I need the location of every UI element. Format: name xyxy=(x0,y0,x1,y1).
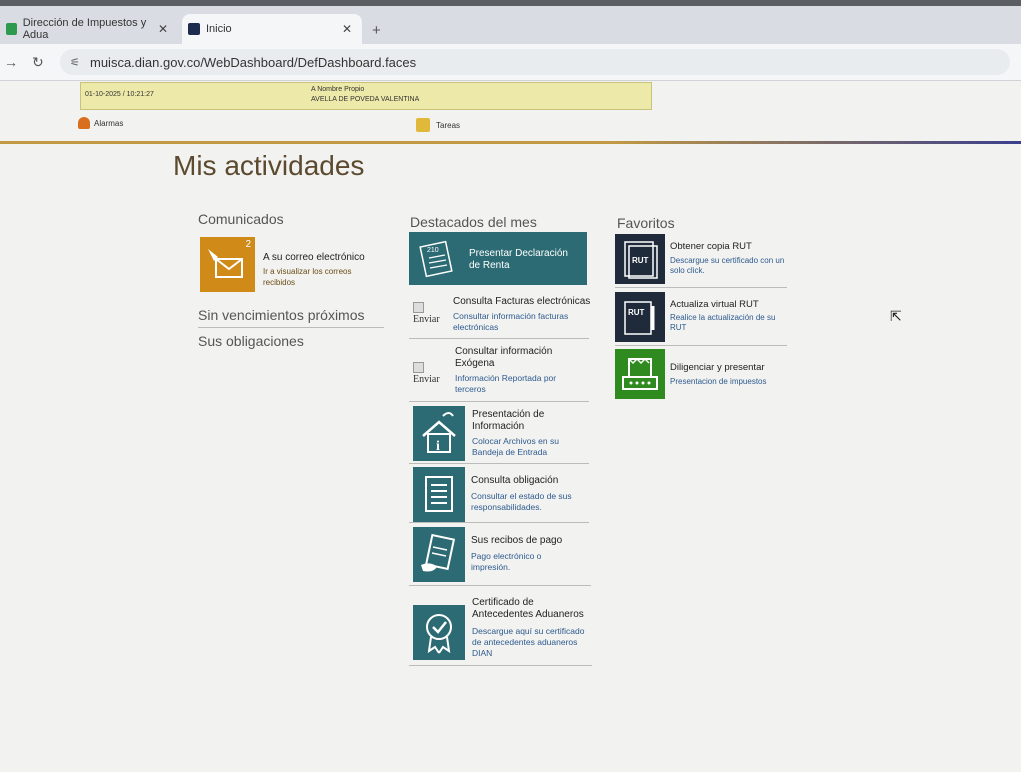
tab-inicio[interactable]: Inicio ✕ xyxy=(182,14,362,44)
url-text: muisca.dian.gov.co/WebDashboard/DefDashb… xyxy=(90,54,417,70)
divider xyxy=(198,327,384,328)
recibos-sub[interactable]: Pago electrónico o impresión. xyxy=(471,551,561,573)
facturas-title[interactable]: Consulta Facturas electrónicas xyxy=(453,296,593,308)
new-tab-icon[interactable]: + xyxy=(372,22,381,39)
owner-info: A Nombre Propio AVELLA DE POVEDA VALENTI… xyxy=(311,85,419,105)
dian-favicon-icon xyxy=(6,23,17,35)
certificate-icon[interactable] xyxy=(413,605,465,660)
receipt-icon[interactable] xyxy=(413,527,465,582)
divider xyxy=(409,665,592,666)
diligenciar-sub[interactable]: Presentacion de impuestos xyxy=(670,377,790,387)
owner-name: AVELLA DE POVEDA VALENTINA xyxy=(311,96,420,103)
svg-text:210: 210 xyxy=(427,247,439,254)
presentar-renta-tile[interactable]: 210 Presentar Declaración de Renta xyxy=(409,232,587,285)
tareas-label: Tareas xyxy=(436,120,461,130)
rut-icon-text: RUT xyxy=(632,256,649,265)
rut-update-sub[interactable]: Realice la actualización de su RUT xyxy=(670,313,788,333)
tab-dian[interactable]: Dirección de Impuestos y Adua ✕ xyxy=(0,14,178,44)
mouse-cursor-icon: ⇱ xyxy=(890,308,902,324)
alarmas-link[interactable]: Alarmas xyxy=(78,117,123,129)
divider xyxy=(409,338,589,339)
broken-image-icon xyxy=(413,362,424,373)
close-tab-icon[interactable]: ✕ xyxy=(342,22,352,36)
vencimientos-heading: Sin vencimientos próximos xyxy=(198,307,365,323)
rut-copy-title[interactable]: Obtener copia RUT xyxy=(670,241,752,253)
bell-icon xyxy=(78,117,90,129)
obligacion-title[interactable]: Consulta obligación xyxy=(471,475,586,487)
datetime: 01-10-2025 / 10:21:27 xyxy=(85,91,154,98)
tab-label: Dirección de Impuestos y Adua xyxy=(22,17,147,41)
diligenciar-title[interactable]: Diligenciar y presentar xyxy=(670,362,765,374)
exogena-title[interactable]: Consultar información Exógena xyxy=(455,346,570,370)
rut-icon-text: RUT xyxy=(628,308,645,317)
enviar-alt[interactable]: Enviar xyxy=(413,374,440,385)
divider xyxy=(409,522,589,523)
divider xyxy=(615,345,787,346)
tareas-link[interactable]: Tareas xyxy=(416,118,460,132)
comunicados-heading: Comunicados xyxy=(198,211,284,227)
broken-image-icon xyxy=(413,302,424,313)
recibos-title[interactable]: Sus recibos de pago xyxy=(471,535,586,547)
inicio-favicon-icon xyxy=(188,23,200,35)
site-settings-icon[interactable]: ⚟ xyxy=(70,56,80,69)
alarmas-label: Alarmas xyxy=(94,118,124,128)
presentacion-title[interactable]: Presentación de Información xyxy=(472,409,582,433)
obligaciones-link[interactable]: Sus obligaciones xyxy=(198,333,304,349)
presentacion-sub[interactable]: Colocar Archivos en su Bandeja de Entrad… xyxy=(472,436,582,458)
facturas-sub[interactable]: Consultar información facturas electróni… xyxy=(453,311,573,333)
rut-update-title[interactable]: Actualiza virtual RUT xyxy=(670,299,759,311)
divider xyxy=(409,401,589,402)
rut-update-icon[interactable]: RUT xyxy=(615,292,665,342)
mail-count-badge: 2 xyxy=(245,239,251,250)
url-field[interactable]: ⚟ muisca.dian.gov.co/WebDashboard/DefDas… xyxy=(60,49,1010,75)
divider xyxy=(615,287,787,288)
divider xyxy=(409,463,589,464)
certificado-sub[interactable]: Descargue aquí su certificado de anteced… xyxy=(472,626,587,659)
correo-sub[interactable]: Ir a visualizar los correos recibidos xyxy=(263,266,373,288)
forward-icon[interactable]: → xyxy=(4,54,18,70)
tab-bar: Dirección de Impuestos y Adua ✕ Inicio ✕… xyxy=(0,6,1021,44)
renta-title: Presentar Declaración de Renta xyxy=(469,248,568,271)
document-210-icon: 210 xyxy=(419,240,453,278)
destacados-heading: Destacados del mes xyxy=(410,214,537,230)
divider xyxy=(409,585,591,586)
correo-title[interactable]: A su correo electrónico xyxy=(263,252,365,263)
address-bar: → ↻ ⚟ muisca.dian.gov.co/WebDashboard/De… xyxy=(0,44,1021,81)
tasks-icon xyxy=(416,118,430,132)
enviar-alt[interactable]: Enviar xyxy=(413,314,440,325)
rut-copy-icon[interactable]: RUT xyxy=(615,234,665,284)
reload-icon[interactable]: ↻ xyxy=(32,54,44,71)
user-strip: 01-10-2025 / 10:21:27 A Nombre Propio AV… xyxy=(80,82,652,110)
owner-label: A Nombre Propio xyxy=(311,86,365,93)
checklist-icon[interactable] xyxy=(413,467,465,522)
svg-text:i: i xyxy=(436,439,440,454)
exogena-sub[interactable]: Información Reportada por terceros xyxy=(455,373,580,395)
rut-copy-sub[interactable]: Descargue su certificado con un solo cli… xyxy=(670,256,785,276)
tab-label: Inicio xyxy=(206,23,232,35)
obligacion-sub[interactable]: Consultar el estado de sus responsabilid… xyxy=(471,491,583,513)
favoritos-heading: Favoritos xyxy=(617,215,675,231)
home-info-icon[interactable]: i xyxy=(413,406,465,461)
close-tab-icon[interactable]: ✕ xyxy=(158,22,168,36)
mail-icon[interactable]: 2 xyxy=(200,237,255,292)
diligenciar-icon[interactable] xyxy=(615,349,665,399)
certificado-title[interactable]: Certificado de Antecedentes Aduaneros xyxy=(472,597,592,621)
header-divider xyxy=(0,141,1021,144)
page-title: Mis actividades xyxy=(173,150,365,181)
